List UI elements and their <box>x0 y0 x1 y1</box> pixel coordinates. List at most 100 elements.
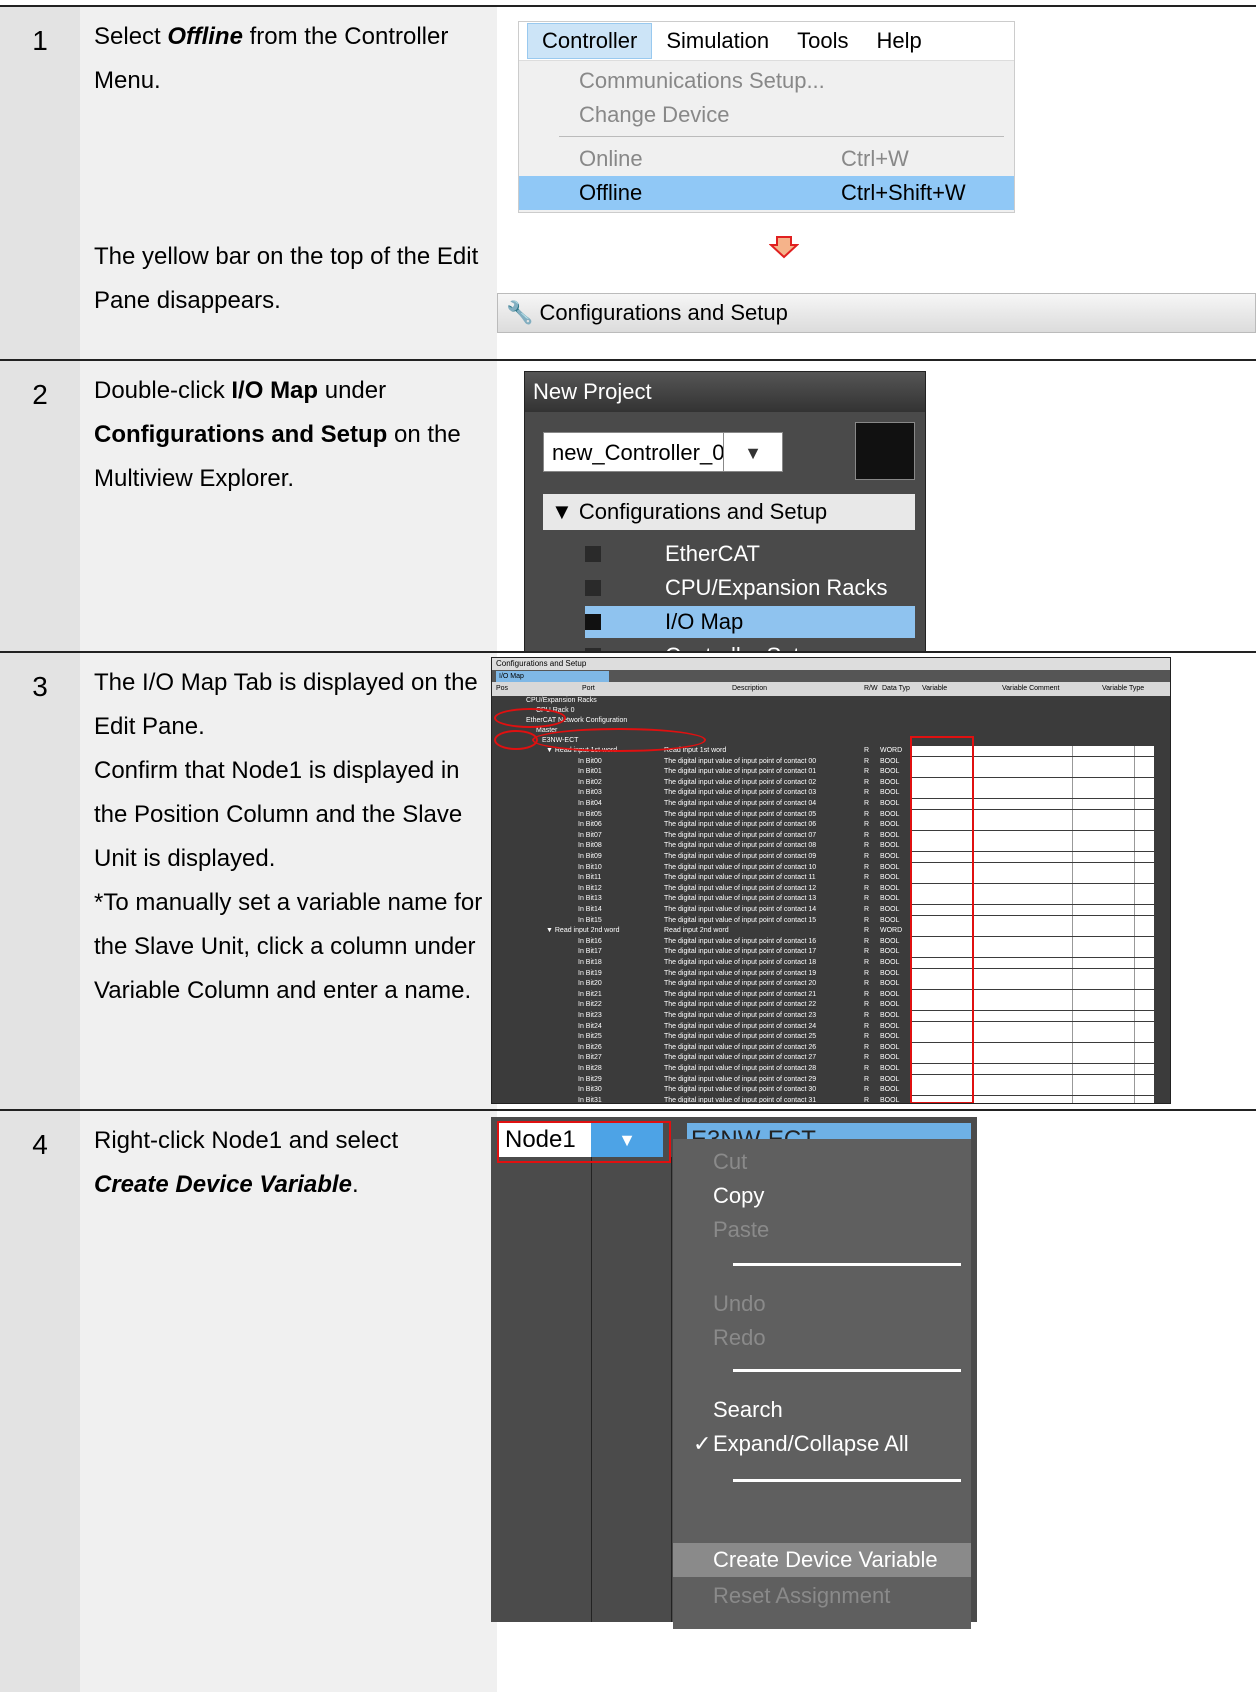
menu-controller[interactable]: Controller <box>527 23 653 59</box>
tree-item-ethercat[interactable]: EtherCAT <box>585 538 915 570</box>
table-row[interactable]: In Bit28 The digital input value of input… <box>492 1064 1170 1074</box>
device-highlight-ellipse <box>532 728 706 752</box>
description-cell: The digital input value of input point o… <box>664 1075 817 1083</box>
port-cell: In Bit00 <box>578 757 602 765</box>
table-row[interactable]: In Bit05 The digital input value of input… <box>492 809 1170 820</box>
table-row[interactable]: In Bit03 The digital input value of input… <box>492 788 1170 799</box>
menu-item-search[interactable]: Search <box>673 1393 971 1427</box>
menu-item-undo[interactable]: Undo <box>673 1287 971 1321</box>
table-row[interactable]: In Bit07 The digital input value of input… <box>492 830 1170 841</box>
down-arrow-icon <box>769 236 799 259</box>
table-row[interactable]: In Bit13 The digital input value of input… <box>492 894 1170 905</box>
table-row[interactable]: In Bit12 The digital input value of input… <box>492 883 1170 894</box>
table-row[interactable]: In Bit22 The digital input value of input… <box>492 1000 1170 1011</box>
port-cell: In Bit24 <box>578 1022 602 1030</box>
menu-item-offline[interactable]: Offline Ctrl+Shift+W <box>519 176 1014 210</box>
table-row[interactable]: In Bit29 The digital input value of input… <box>492 1074 1170 1085</box>
description-cell: The digital input value of input point o… <box>664 884 817 892</box>
rw-cell: R <box>864 863 870 871</box>
table-row[interactable]: In Bit14 The digital input value of input… <box>492 905 1170 915</box>
step-number: 4 <box>32 1129 48 1160</box>
table-row[interactable]: In Bit00 The digital input value of input… <box>492 756 1170 767</box>
multiview-explorer: New Project new_Controller_0 ▼ ▼ Configu… <box>524 371 926 663</box>
menu-item-reset-assignment[interactable]: Reset Assignment <box>673 1579 971 1613</box>
menu-item-expand-collapse-all[interactable]: ✓ Expand/Collapse All <box>673 1427 971 1461</box>
table-row[interactable]: In Bit16 The digital input value of input… <box>492 936 1170 947</box>
port-cell: In Bit18 <box>578 959 602 966</box>
table-row[interactable]: In Bit18 The digital input value of input… <box>492 958 1170 968</box>
io-map-grid: Node1 ▼ E3NW-ECT Cut Copy Paste Undo Red… <box>491 1117 977 1629</box>
tree-item-cpu-expansion-racks[interactable]: CPU/Expansion Racks <box>585 572 915 604</box>
table-row[interactable]: In Bit10 The digital input value of input… <box>492 862 1170 873</box>
type-cell: BOOL <box>880 916 900 924</box>
menu-item-change-device[interactable]: Change Device <box>519 98 1014 132</box>
type-cell: BOOL <box>880 789 900 797</box>
tree-row[interactable]: EtherCAT Network Configuration <box>492 716 1170 726</box>
table-row[interactable]: In Bit23 The digital input value of input… <box>492 1011 1170 1021</box>
type-cell: BOOL <box>880 821 900 829</box>
type-cell: BOOL <box>880 1012 900 1019</box>
table-row[interactable]: In Bit04 The digital input value of input… <box>492 799 1170 809</box>
col-data-type: Data Typ <box>882 685 910 692</box>
table-row[interactable]: In Bit08 The digital input value of input… <box>492 841 1170 852</box>
table-row[interactable]: In Bit26 The digital input value of input… <box>492 1042 1170 1053</box>
menu-item-communications-setup[interactable]: Communications Setup... <box>519 64 1014 98</box>
type-cell: BOOL <box>880 853 900 860</box>
port-cell: In Bit30 <box>578 1086 602 1094</box>
table-row[interactable]: In Bit17 The digital input value of input… <box>492 947 1170 958</box>
menu-item-paste[interactable]: Paste <box>673 1213 971 1247</box>
table-row[interactable]: In Bit06 The digital input value of input… <box>492 820 1170 831</box>
menu-item-create-device-variable[interactable]: Create Device Variable <box>673 1543 971 1577</box>
configurations-and-setup-node[interactable]: ▼ Configurations and Setup <box>543 494 915 530</box>
tree-row[interactable]: CPU Rack 0 <box>492 706 1170 716</box>
rw-cell: R <box>864 937 870 945</box>
step-2: 2 Double-click I/O Map under Configurati… <box>0 359 1256 663</box>
table-row[interactable]: In Bit24 The digital input value of input… <box>492 1021 1170 1032</box>
table-row[interactable]: In Bit19 The digital input value of input… <box>492 968 1170 979</box>
type-cell: BOOL <box>880 1075 900 1083</box>
table-row[interactable]: ▼ Read input 2nd word Read input 2nd word… <box>492 926 1170 937</box>
context-menu: Cut Copy Paste Undo Redo Search ✓ Expand… <box>673 1139 971 1629</box>
table-row[interactable]: In Bit30 The digital input value of input… <box>492 1085 1170 1096</box>
type-cell: BOOL <box>880 969 900 977</box>
chevron-down-icon[interactable]: ▼ <box>723 432 783 472</box>
rw-cell: R <box>864 969 870 977</box>
table-row[interactable]: In Bit02 The digital input value of input… <box>492 777 1170 788</box>
description-cell: The digital input value of input point o… <box>664 831 817 839</box>
step-text-cell: Right-click Node1 and select Create Devi… <box>80 1111 497 1692</box>
step-instruction: The I/O Map Tab is displayed on the Edit… <box>94 669 478 740</box>
table-row[interactable]: In Bit31 The digital input value of input… <box>492 1095 1170 1103</box>
menu-item-redo[interactable]: Redo <box>673 1321 971 1355</box>
status-square-icon <box>585 546 601 562</box>
table-row[interactable]: In Bit27 The digital input value of input… <box>492 1053 1170 1064</box>
tree-item-io-map[interactable]: I/O Map <box>585 606 915 638</box>
table-row[interactable]: In Bit09 The digital input value of input… <box>492 852 1170 862</box>
tree-row[interactable]: CPU/Expansion Racks <box>492 696 1170 706</box>
text-segment: . <box>351 1171 359 1198</box>
menu-item-online[interactable]: Online Ctrl+W <box>519 142 1014 176</box>
step-instruction: Select Offline from the Controller Menu. <box>94 15 494 103</box>
menu-separator <box>733 1479 961 1482</box>
table-row[interactable]: In Bit20 The digital input value of input… <box>492 979 1170 990</box>
type-cell: BOOL <box>880 990 900 998</box>
table-row[interactable]: In Bit01 The digital input value of input… <box>492 767 1170 778</box>
port-cell: In Bit01 <box>578 768 602 776</box>
menu-help[interactable]: Help <box>862 24 935 58</box>
type-cell: BOOL <box>880 1033 900 1041</box>
status-square-icon <box>585 614 601 630</box>
menu-item-copy[interactable]: Copy <box>673 1179 971 1213</box>
step-screenshot: Controller Simulation Tools Help Communi… <box>497 7 1256 361</box>
table-row[interactable]: In Bit21 The digital input value of input… <box>492 989 1170 1000</box>
tab-io-map[interactable]: I/O Map <box>496 671 609 682</box>
step-note: *To manually set a variable name for the… <box>94 889 483 1004</box>
table-row[interactable]: In Bit25 The digital input value of input… <box>492 1032 1170 1043</box>
description-cell: The digital input value of input point o… <box>664 895 817 903</box>
table-row[interactable]: In Bit15 The digital input value of input… <box>492 915 1170 926</box>
type-cell: BOOL <box>880 810 900 818</box>
rw-cell: R <box>864 948 870 956</box>
menu-item-cut[interactable]: Cut <box>673 1145 971 1179</box>
rw-cell: R <box>864 810 870 818</box>
table-row[interactable]: In Bit11 The digital input value of input… <box>492 873 1170 884</box>
menu-simulation[interactable]: Simulation <box>652 24 783 58</box>
menu-tools[interactable]: Tools <box>783 24 862 58</box>
